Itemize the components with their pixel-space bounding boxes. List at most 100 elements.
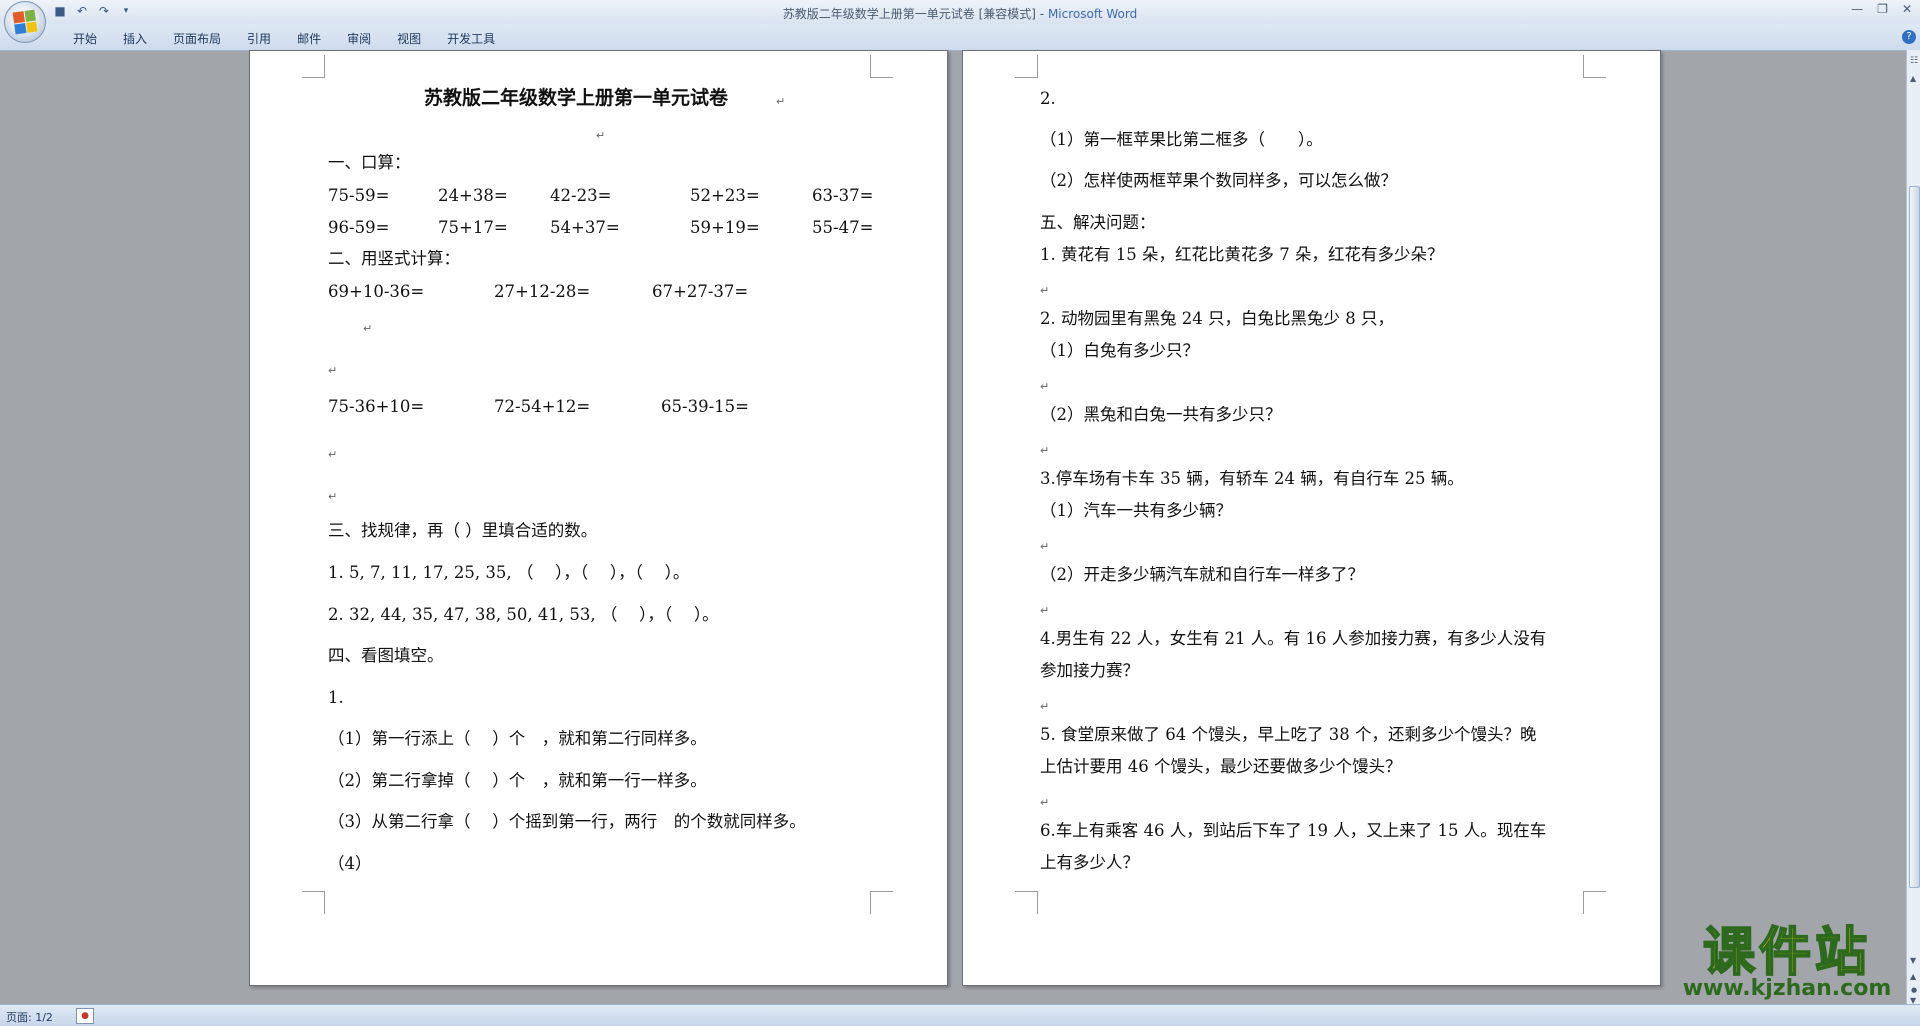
page-title: 苏教版二年级数学上册第一单元试卷 <box>424 87 729 109</box>
question-number: 2. <box>1040 89 1056 108</box>
paragraph-mark: ↵ <box>1040 380 1050 393</box>
restore-icon[interactable]: ❐ <box>1877 2 1888 16</box>
section-heading: 四、看图填空。 <box>328 646 444 665</box>
vertical-calc-item: 67+27-37= <box>652 282 749 301</box>
paragraph-mark: ↵ <box>328 364 338 377</box>
word-problem: 6.车上有乘客 46 人，到站后下车了 19 人，又上来了 15 人。现在车 <box>1040 821 1547 840</box>
word-problem: 3.停车场有卡车 35 辆，有轿车 24 辆，有自行车 25 辆。 <box>1040 469 1464 488</box>
oral-calc-item: 42-23= <box>550 186 612 205</box>
macro-record-icon[interactable]: ● <box>76 1008 94 1024</box>
document-title: 苏教版二年级数学上册第一单元试卷 [兼容模式] <box>782 7 1036 21</box>
oral-calc-item: 63-37= <box>812 186 874 205</box>
tab-view[interactable]: 视图 <box>384 30 434 47</box>
paragraph-mark: ↵ <box>363 322 373 335</box>
tab-references[interactable]: 引用 <box>234 30 284 47</box>
fill-question: （1）第一行添上（ ）个 ，就和第二行同样多。 <box>328 729 707 748</box>
vertical-calc-item: 75-36+10= <box>328 397 425 416</box>
word-problem: 2. 动物园里有黑兔 24 只，白兔比黑兔少 8 只， <box>1040 309 1394 328</box>
word-problem-continued: 上有多少人？ <box>1040 853 1139 872</box>
sub-question: （2）开走多少辆汽车就和自行车一样多了？ <box>1040 565 1364 584</box>
previous-page-icon[interactable]: ▲ <box>1910 972 1916 981</box>
office-button[interactable] <box>4 1 46 43</box>
tab-developer[interactable]: 开发工具 <box>434 30 508 47</box>
oral-calc-item: 59+19= <box>690 218 760 237</box>
paragraph-mark: ↵ <box>328 448 338 461</box>
document-page-2[interactable]: 2. （1）第一框苹果比第二框多（ ）。 （2）怎样使两框苹果个数同样多，可以怎… <box>962 50 1661 986</box>
status-bar: 页面: 1/2 ● <box>0 1004 1920 1026</box>
app-name: Microsoft Word <box>1047 7 1138 21</box>
sub-question: （2）黑兔和白兔一共有多少只？ <box>1040 405 1282 424</box>
word-problem: 5. 食堂原来做了 64 个馒头，早上吃了 38 个，还剩多少个馒头？晚 <box>1040 725 1537 744</box>
fill-question: （4） <box>328 854 372 873</box>
minimize-icon[interactable]: — <box>1851 2 1863 16</box>
scroll-up-icon[interactable]: ▲ <box>1910 74 1916 83</box>
oral-calc-item: 24+38= <box>438 186 508 205</box>
oral-calc-item: 54+37= <box>550 218 620 237</box>
browse-object-icon[interactable]: ● <box>1911 986 1917 994</box>
ribbon-tabs: 开始 插入 页面布局 引用 邮件 审阅 视图 开发工具 <box>60 30 508 47</box>
word-problem-continued: 上估计要用 46 个馒头，最少还要做多少个馒头？ <box>1040 757 1402 776</box>
sub-question: （1）白兔有多少只？ <box>1040 341 1199 360</box>
watermark-text: 课件站 <box>1702 923 1871 983</box>
margin-corner <box>870 55 893 78</box>
title-bar: ■ ↶ ↷ ▾ 苏教版二年级数学上册第一单元试卷 [兼容模式] - Micros… <box>0 0 1920 24</box>
window-controls: — ❐ ✕ <box>1851 2 1912 16</box>
vertical-scroll-track[interactable]: ☷ ▲ ▼ ▲ ● ▼ <box>1906 50 1920 1005</box>
question-number: 1. <box>328 688 344 707</box>
section-heading: 五、解决问题： <box>1040 213 1156 232</box>
document-page-1[interactable]: 苏教版二年级数学上册第一单元试卷 ↵ ↵ 一、口算： 75-59= 24+38= … <box>249 50 948 986</box>
tab-mailings[interactable]: 邮件 <box>284 30 334 47</box>
page-count[interactable]: 页面: 1/2 <box>6 1009 53 1025</box>
office-logo-icon <box>12 9 38 35</box>
vertical-calc-item: 72-54+12= <box>494 397 591 416</box>
paragraph-mark: ↵ <box>596 129 606 142</box>
sub-question: （1）汽车一共有多少辆？ <box>1040 501 1232 520</box>
margin-corner <box>1583 55 1606 78</box>
margin-corner <box>1015 55 1038 78</box>
word-problem: 1. 黄花有 15 朵，红花比黄花多 7 朵，红花有多少朵？ <box>1040 245 1444 264</box>
section-heading: 二、用竖式计算： <box>328 249 460 268</box>
scroll-thumb[interactable] <box>1909 186 1920 888</box>
vertical-calc-item: 27+12-28= <box>494 282 591 301</box>
paragraph-mark: ↵ <box>1040 604 1050 617</box>
margin-corner <box>302 55 325 78</box>
word-problem: 4.男生有 22 人，女生有 21 人。有 16 人参加接力赛，有多少人没有 <box>1040 629 1547 648</box>
vertical-calc-item: 65-39-15= <box>661 397 749 416</box>
close-icon[interactable]: ✕ <box>1902 2 1912 16</box>
paragraph-mark: ↵ <box>1040 444 1050 457</box>
oral-calc-item: 52+23= <box>690 186 760 205</box>
pattern-question: 1. 5, 7, 11, 17, 25, 35, （ ），（ ），（ ）。 <box>328 563 690 582</box>
word-problem-continued: 参加接力赛？ <box>1040 661 1139 680</box>
margin-corner <box>1583 891 1606 914</box>
ribbon: 开始 插入 页面布局 引用 邮件 审阅 视图 开发工具 ? <box>0 24 1920 51</box>
paragraph-mark: ↵ <box>1040 284 1050 297</box>
tab-page-layout[interactable]: 页面布局 <box>160 30 234 47</box>
paragraph-mark: ↵ <box>1040 796 1050 809</box>
margin-corner <box>870 891 893 914</box>
margin-corner <box>1015 891 1038 914</box>
oral-calc-item: 55-47= <box>812 218 874 237</box>
fill-question: （3）从第二行拿（ ）个摇到第一行，两行 的个数就同样多。 <box>328 812 806 831</box>
paragraph-mark: ↵ <box>1040 540 1050 553</box>
oral-calc-item: 96-59= <box>328 218 390 237</box>
ruler-toggle-icon[interactable]: ☷ <box>1910 56 1918 66</box>
help-icon[interactable]: ? <box>1902 30 1916 44</box>
scroll-down-icon[interactable]: ▼ <box>1910 956 1916 965</box>
section-heading: 三、找规律，再（ ）里填合适的数。 <box>328 521 598 540</box>
vertical-calc-item: 69+10-36= <box>328 282 425 301</box>
tab-insert[interactable]: 插入 <box>110 30 160 47</box>
oral-calc-item: 75-59= <box>328 186 390 205</box>
paragraph-mark: ↵ <box>1040 700 1050 713</box>
paragraph-mark: ↵ <box>776 95 786 108</box>
window-title: 苏教版二年级数学上册第一单元试卷 [兼容模式] - Microsoft Word <box>0 5 1920 22</box>
paragraph-mark: ↵ <box>328 490 338 503</box>
tab-home[interactable]: 开始 <box>60 30 110 47</box>
tab-review[interactable]: 审阅 <box>334 30 384 47</box>
title-separator: - <box>1035 7 1048 21</box>
margin-corner <box>302 891 325 914</box>
watermark-logo: 课件站 www.kjzhan.com <box>1672 923 1902 1001</box>
fill-question: （2）怎样使两框苹果个数同样多，可以怎么做？ <box>1040 171 1397 190</box>
oral-calc-item: 75+17= <box>438 218 508 237</box>
section-heading: 一、口算： <box>328 153 411 172</box>
pattern-question: 2. 32, 44, 35, 47, 38, 50, 41, 53, （ ），（… <box>328 605 719 624</box>
